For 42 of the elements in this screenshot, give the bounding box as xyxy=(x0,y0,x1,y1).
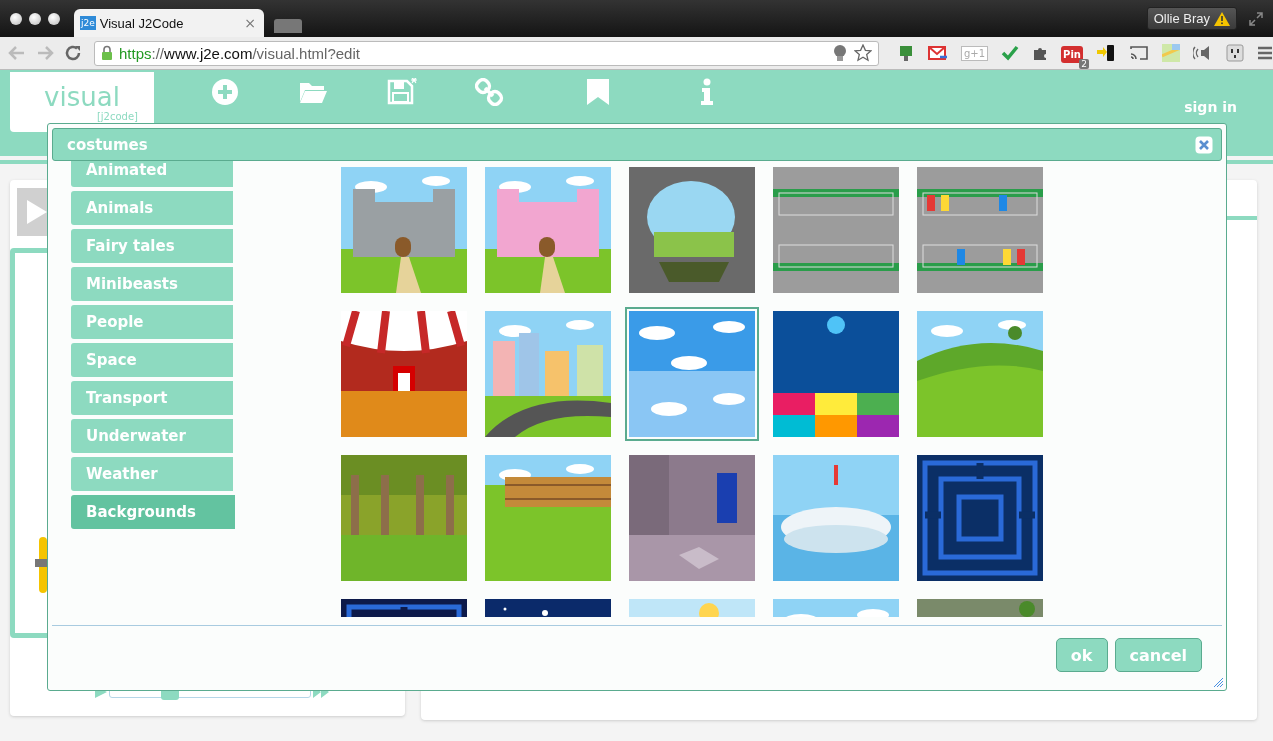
resize-grip-icon[interactable] xyxy=(1214,678,1223,687)
cast-icon[interactable] xyxy=(1129,45,1149,61)
browser-tab[interactable]: j2e Visual J2Code × xyxy=(74,9,264,37)
star-icon[interactable] xyxy=(854,44,872,62)
reload-icon[interactable] xyxy=(64,44,82,62)
site-icon: j2e xyxy=(80,16,96,30)
category-tab[interactable]: Underwater xyxy=(71,419,233,453)
category-tab[interactable]: Backgrounds xyxy=(71,495,235,529)
address-field[interactable]: https://www.j2e.com/visual.html?edit xyxy=(94,40,879,66)
window-control-icon[interactable] xyxy=(48,12,60,25)
plug-icon[interactable] xyxy=(1226,44,1244,62)
sign-in-link[interactable]: sign in xyxy=(1184,99,1237,115)
close-icon[interactable] xyxy=(1195,135,1213,154)
category-tab[interactable]: Space xyxy=(71,343,233,377)
window-control-icon[interactable] xyxy=(10,12,22,25)
dialog-title: costumes xyxy=(67,135,148,154)
plus-one-button[interactable]: g+1 xyxy=(961,45,989,61)
category-tab[interactable]: Weather xyxy=(71,457,233,491)
category-tab[interactable]: Transport xyxy=(71,381,233,415)
lightbulb-icon[interactable] xyxy=(832,44,848,62)
window-control-icon[interactable] xyxy=(29,12,41,25)
lock-icon xyxy=(101,45,113,61)
category-tab[interactable]: Animated xyxy=(71,161,233,187)
category-tab[interactable]: Animals xyxy=(71,191,233,225)
menu-icon[interactable] xyxy=(1257,46,1273,60)
pin-button[interactable]: Pin xyxy=(1061,46,1083,63)
mail-icon[interactable] xyxy=(928,45,948,61)
puzzle-icon[interactable] xyxy=(1032,45,1049,61)
cancel-button[interactable]: cancel xyxy=(1114,638,1202,672)
category-tab[interactable]: Minibeasts xyxy=(71,267,233,301)
checkmark-icon[interactable] xyxy=(1001,44,1020,62)
category-tab[interactable]: Fairy tales xyxy=(71,229,233,263)
fullscreen-icon[interactable] xyxy=(1249,11,1263,26)
close-tab-button[interactable]: × xyxy=(244,16,256,30)
app-logo[interactable]: visual [j2code] xyxy=(10,72,154,132)
profile-button[interactable]: Ollie Bray xyxy=(1146,7,1237,30)
phone-icon[interactable] xyxy=(1096,43,1116,63)
warning-icon xyxy=(1214,11,1230,26)
monitor-icon[interactable] xyxy=(897,44,915,62)
count-badge: 2 xyxy=(1079,59,1089,69)
category-tab[interactable]: People xyxy=(71,305,233,339)
ok-button[interactable]: ok xyxy=(1055,638,1108,672)
